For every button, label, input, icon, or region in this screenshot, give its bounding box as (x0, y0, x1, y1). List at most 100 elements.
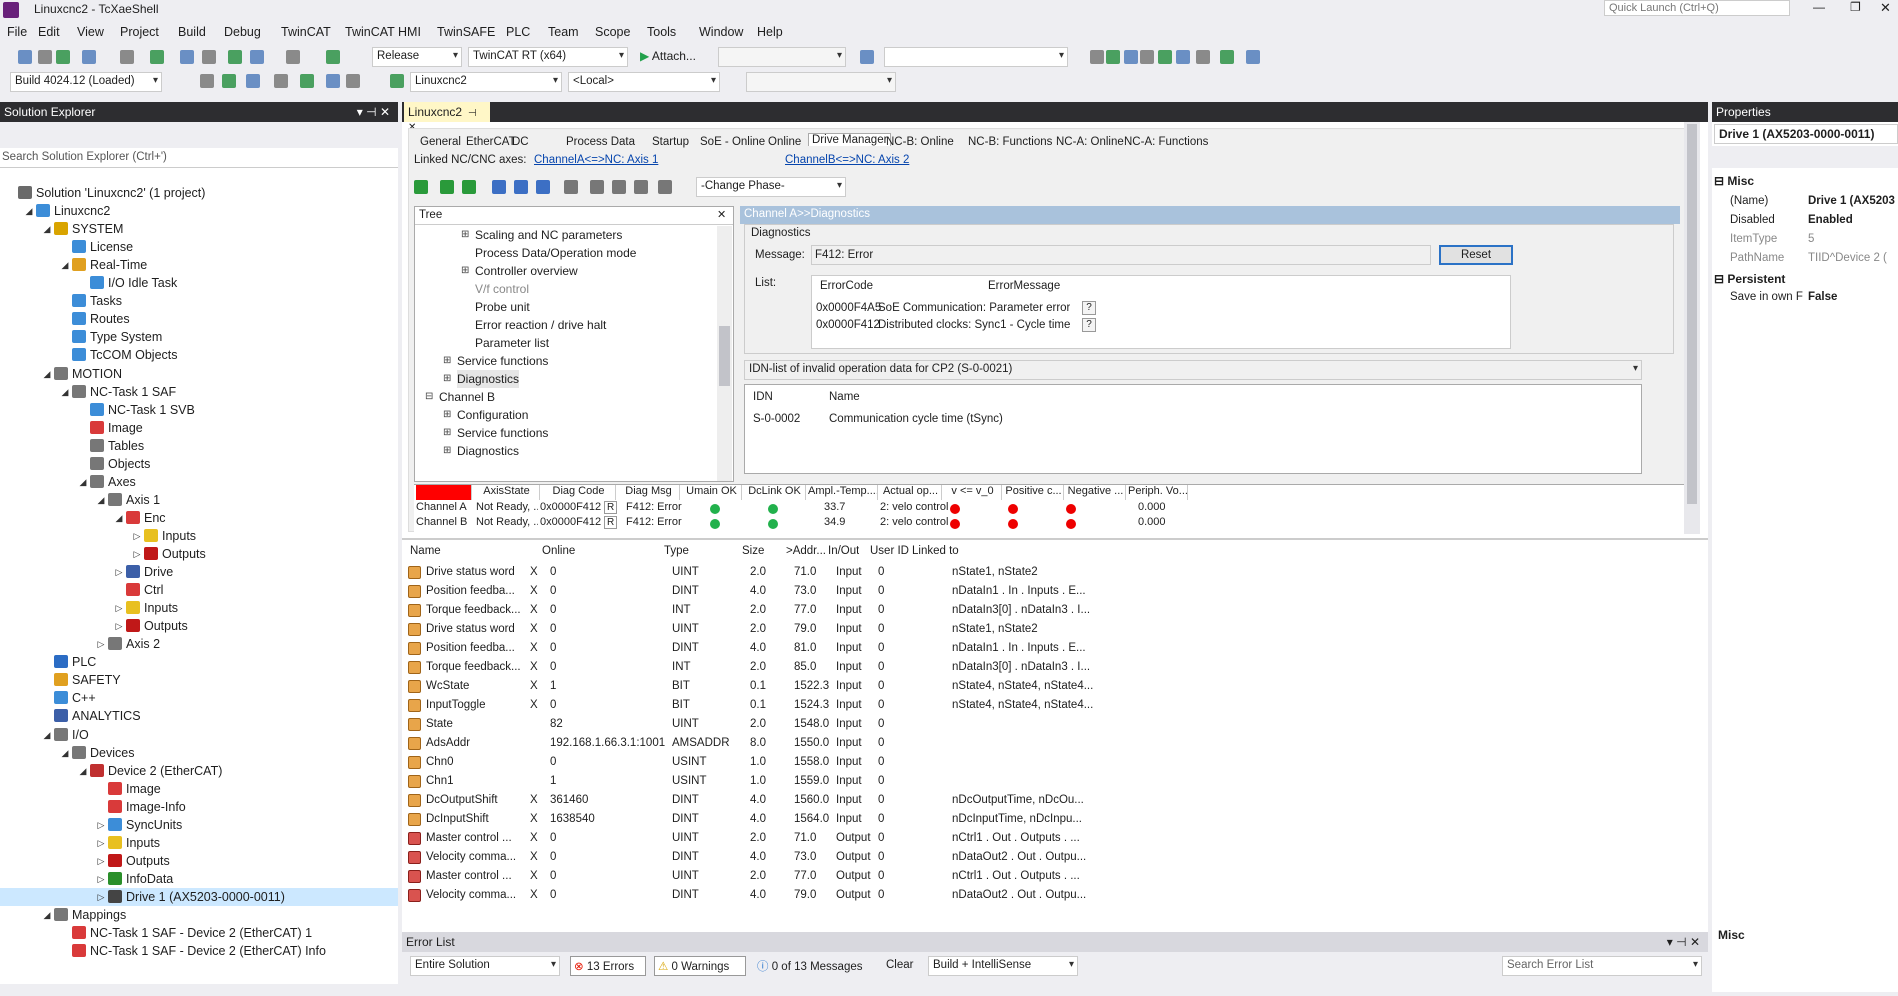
tree-item[interactable]: ◢ Real-Time (0, 256, 398, 274)
drive-tree-item[interactable]: ⊞ Configuration (415, 406, 715, 424)
drive-tree-item[interactable]: Error reaction / drive halt (415, 316, 715, 334)
error-help-button[interactable]: ? (1082, 318, 1096, 332)
expand-plus-icon[interactable]: ⊞ (443, 352, 451, 370)
tree-item[interactable]: C++ (0, 689, 398, 707)
drive-tree-item[interactable]: V/f control (415, 280, 715, 298)
toolbar-icon-19[interactable] (1196, 50, 1210, 64)
tree-item[interactable]: ▷ Outputs (0, 617, 398, 635)
tree-item[interactable]: Tables (0, 437, 398, 455)
toolbar-icon-20[interactable] (1220, 50, 1234, 64)
toolbar-icon-3[interactable] (82, 50, 96, 64)
dm-icon-7[interactable] (590, 180, 604, 194)
tree-item[interactable]: NC-Task 1 SAF - Device 2 (EtherCAT) 1 (0, 924, 398, 942)
toolbar-icon-1[interactable] (38, 50, 52, 64)
tree-item[interactable]: ◢ Mappings (0, 906, 398, 924)
error-scope-combo[interactable]: Entire Solution (410, 956, 560, 976)
variable-row[interactable]: DcOutputShift X 361460 DINT 4.0 1560.0 Input 0 n… (408, 791, 1688, 810)
drive-tree-item[interactable]: ⊞ Service functions (415, 352, 715, 370)
tree-item[interactable]: TcCOM Objects (0, 346, 398, 364)
tree-item[interactable]: ◢ MOTION (0, 365, 398, 383)
tab-9[interactable]: NC-B: Functions (968, 136, 1052, 148)
expanded-icon[interactable]: ◢ (42, 220, 52, 238)
property-row[interactable]: Disabled Enabled (1720, 211, 1898, 230)
drive-tree-item[interactable]: ⊟ Channel B (415, 388, 715, 406)
variable-row[interactable]: Velocity comma... X 0 DINT 4.0 79.0 Output 0 nDa… (408, 886, 1688, 905)
tree-item[interactable]: NC-Task 1 SVB (0, 401, 398, 419)
toolbar-icon-18[interactable] (1176, 50, 1190, 64)
tree-item[interactable]: ◢ Linuxcnc2 (0, 202, 398, 220)
property-row[interactable]: ItemType 5 (1720, 230, 1898, 249)
variable-row[interactable]: Position feedba... X 0 DINT 4.0 73.0 Input 0 nDa… (408, 582, 1688, 601)
close-button[interactable]: ✕ (1880, 0, 1891, 16)
variable-row[interactable]: Master control ... X 0 UINT 2.0 77.0 Output 0 nC… (408, 867, 1688, 886)
toolbar-icon-5[interactable] (150, 50, 164, 64)
var-col-header[interactable]: Online (542, 542, 575, 561)
warnings-filter-button[interactable]: ⚠ 0 Warnings (654, 956, 746, 976)
tree-item[interactable]: Type System (0, 328, 398, 346)
toolbar-icon-24[interactable] (246, 74, 260, 88)
tab-1[interactable]: EtherCAT (466, 136, 516, 148)
expand-plus-icon[interactable]: ⊞ (443, 406, 451, 424)
tab-4[interactable]: Startup (652, 136, 689, 148)
change-phase-combo[interactable]: -Change Phase- (696, 177, 846, 197)
dm-icon-1[interactable] (440, 180, 454, 194)
menu-project[interactable]: Project (120, 25, 159, 39)
dm-icon-0[interactable] (414, 180, 428, 194)
dm-icon-6[interactable] (564, 180, 578, 194)
tab-5[interactable]: SoE - Online (700, 136, 765, 148)
clear-button[interactable]: Clear (886, 959, 913, 971)
tree-item[interactable]: License (0, 238, 398, 256)
expanded-icon[interactable]: ◢ (78, 762, 88, 780)
toolbar-icon-11[interactable] (326, 50, 340, 64)
tree-item[interactable]: Ctrl (0, 581, 398, 599)
toolbar-icon-28[interactable] (346, 74, 360, 88)
menu-twincat-hmi[interactable]: TwinCAT HMI (345, 25, 421, 39)
menu-file[interactable]: File (7, 25, 27, 39)
collapsed-icon[interactable]: ▷ (114, 599, 124, 617)
toolbar-icon-10[interactable] (286, 50, 300, 64)
expanded-icon[interactable]: ◢ (42, 906, 52, 924)
expanded-icon[interactable]: ◢ (60, 744, 70, 762)
variable-row[interactable]: Drive status word X 0 UINT 2.0 79.0 Input 0 nSta… (408, 620, 1688, 639)
drive-tree-item[interactable]: ⊞ Controller overview (415, 262, 715, 280)
menu-scope[interactable]: Scope (595, 25, 630, 39)
config-scrollbar[interactable] (1684, 122, 1700, 534)
tree-item[interactable]: NC-Task 1 SAF - Device 2 (EtherCAT) Info (0, 942, 398, 960)
variable-row[interactable]: Chn1 1 USINT 1.0 1559.0 Input 0 (408, 772, 1688, 791)
collapsed-icon[interactable]: ▷ (132, 545, 142, 563)
variable-row[interactable]: AdsAddr 192.168.1.66.3.1:1001 AMSADDR 8.0 15… (408, 734, 1688, 753)
collapsed-icon[interactable]: ▷ (96, 816, 106, 834)
tree-item[interactable]: ▷ Inputs (0, 527, 398, 545)
tree-item[interactable]: ◢ Devices (0, 744, 398, 762)
variable-row[interactable]: Torque feedback... X 0 INT 2.0 85.0 Input 0 nDat… (408, 658, 1688, 677)
status-reset-button[interactable]: R (604, 501, 618, 514)
variable-row[interactable]: State 82 UINT 2.0 1548.0 Input 0 (408, 715, 1688, 734)
expanded-icon[interactable]: ◢ (96, 491, 106, 509)
toolbar-icon-6[interactable] (180, 50, 194, 64)
dm-icon-4[interactable] (514, 180, 528, 194)
tree-item[interactable]: ▷ Inputs (0, 834, 398, 852)
toolbar-icon-7[interactable] (202, 50, 216, 64)
error-help-button[interactable]: ? (1082, 301, 1096, 315)
var-col-header[interactable]: Size (742, 542, 764, 561)
tree-item[interactable]: ▷ SyncUnits (0, 816, 398, 834)
dm-icon-3[interactable] (492, 180, 506, 194)
drive-tree-item[interactable]: ⊞ Service functions (415, 424, 715, 442)
error-search-input[interactable]: Search Error List (1502, 956, 1702, 976)
toolbar-icon-2[interactable] (56, 50, 70, 64)
build-intellisense-combo[interactable]: Build + IntelliSense (928, 956, 1078, 976)
tree-item[interactable]: ▷ Drive (0, 563, 398, 581)
toolbar-icon-13[interactable] (1090, 50, 1104, 64)
expanded-icon[interactable]: ◢ (60, 256, 70, 274)
menu-help[interactable]: Help (757, 25, 783, 39)
tree-item[interactable]: ◢ Device 2 (EtherCAT) (0, 762, 398, 780)
menu-edit[interactable]: Edit (38, 25, 60, 39)
expand-plus-icon[interactable]: ⊞ (443, 442, 451, 460)
link-channel-b[interactable]: ChannelB<=>NC: Axis 2 (785, 154, 909, 166)
expanded-icon[interactable]: ◢ (114, 509, 124, 527)
tree-item[interactable]: ▷ Axis 2 (0, 635, 398, 653)
tree-item[interactable]: ▷ Outputs (0, 852, 398, 870)
menu-twincat[interactable]: TwinCAT (281, 25, 331, 39)
tree-item[interactable]: Image (0, 780, 398, 798)
collapsed-icon[interactable]: ▷ (132, 527, 142, 545)
